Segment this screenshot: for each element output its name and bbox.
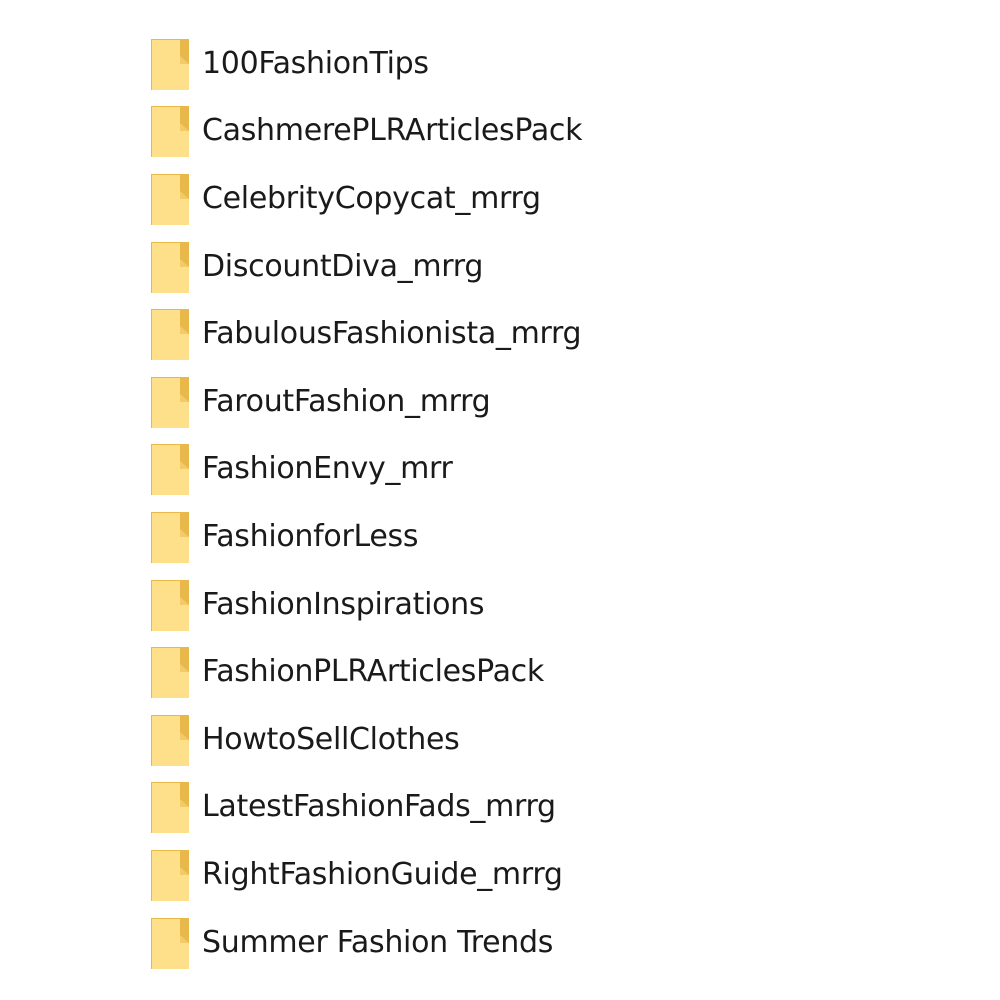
folder-name: FashionPLRArticlesPack <box>202 654 544 690</box>
list-item[interactable]: FashionforLess <box>150 503 750 571</box>
folder-icon-graphic <box>151 241 189 293</box>
folder-name: LatestFashionFads_mrrg <box>202 789 556 825</box>
list-item[interactable]: CashmerePLRArticlesPack <box>150 98 750 166</box>
folder-icon <box>150 915 192 971</box>
list-item[interactable]: 100FashionTips <box>150 30 750 98</box>
folder-icon-graphic <box>151 511 189 563</box>
list-item[interactable]: DiscountDiva_mrrg <box>150 233 750 301</box>
folder-name: FashionforLess <box>202 518 419 554</box>
folder-name: FashionInspirations <box>202 586 485 622</box>
folder-icon-graphic <box>151 647 189 699</box>
folder-name: 100FashionTips <box>202 45 429 81</box>
folder-icon-graphic <box>151 444 189 496</box>
folder-icon <box>150 847 192 903</box>
folder-icon <box>150 306 192 362</box>
folder-icon <box>150 103 192 159</box>
list-item[interactable]: Summer Fashion Trends <box>150 909 750 977</box>
folder-icon <box>150 171 192 227</box>
folder-icon-graphic <box>151 714 189 766</box>
folder-icon <box>150 644 192 700</box>
list-item[interactable]: FaroutFashion_mrrg <box>150 368 750 436</box>
folder-icon-graphic <box>151 376 189 428</box>
folder-icon-graphic <box>151 106 189 158</box>
folder-icon <box>150 712 192 768</box>
folder-icon-graphic <box>151 173 189 225</box>
folder-name: RightFashionGuide_mrrg <box>202 856 563 892</box>
folder-icon <box>150 779 192 835</box>
folder-name: CelebrityCopycat_mrrg <box>202 180 541 216</box>
folder-name: FabulousFashionista_mrrg <box>202 316 582 352</box>
folder-name: HowtoSellClothes <box>202 721 460 757</box>
folder-icon-graphic <box>151 309 189 361</box>
folder-icon-graphic <box>151 917 189 969</box>
list-item[interactable]: FashionPLRArticlesPack <box>150 638 750 706</box>
folder-name: FaroutFashion_mrrg <box>202 383 491 419</box>
list-item[interactable]: FabulousFashionista_mrrg <box>150 300 750 368</box>
folder-icon <box>150 441 192 497</box>
list-item[interactable]: FashionInspirations <box>150 571 750 639</box>
folder-name: FashionEnvy_mrr <box>202 451 453 487</box>
list-item[interactable]: RightFashionGuide_mrrg <box>150 841 750 909</box>
folder-icon-graphic <box>151 849 189 901</box>
folder-icon-graphic <box>151 579 189 631</box>
folder-icon <box>150 36 192 92</box>
folder-name: Summer Fashion Trends <box>202 924 554 960</box>
folder-icon-graphic <box>151 38 189 90</box>
folder-list: 100FashionTips CashmerePLRArticlesPack C… <box>150 30 750 976</box>
list-item[interactable]: HowtoSellClothes <box>150 706 750 774</box>
folder-name: DiscountDiva_mrrg <box>202 248 484 284</box>
folder-icon-graphic <box>151 782 189 834</box>
folder-icon <box>150 239 192 295</box>
folder-icon <box>150 509 192 565</box>
list-item[interactable]: LatestFashionFads_mrrg <box>150 774 750 842</box>
folder-icon <box>150 577 192 633</box>
list-item[interactable]: CelebrityCopycat_mrrg <box>150 165 750 233</box>
list-item[interactable]: FashionEnvy_mrr <box>150 436 750 504</box>
folder-icon <box>150 374 192 430</box>
folder-name: CashmerePLRArticlesPack <box>202 113 583 149</box>
